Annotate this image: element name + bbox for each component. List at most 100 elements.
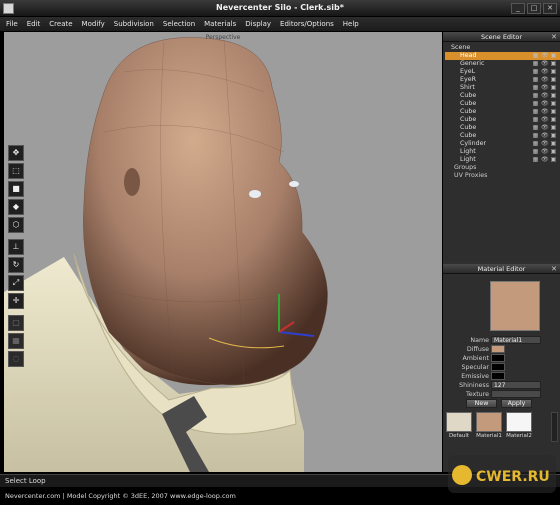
menu-file[interactable]: File	[6, 20, 18, 28]
eye-icon[interactable]: 👁	[541, 93, 549, 99]
emissive-swatch[interactable]	[491, 372, 505, 380]
close-icon[interactable]: ✕	[551, 264, 557, 274]
scene-root[interactable]: Scene	[445, 44, 560, 52]
tree-item[interactable]: EyeR ▦ 👁 ▣	[445, 76, 560, 84]
grid-icon[interactable]: ▦	[532, 53, 539, 59]
shininess-field[interactable]: 127	[491, 381, 541, 389]
lock-icon[interactable]: ▣	[550, 109, 557, 115]
lock-icon[interactable]: ▣	[550, 77, 557, 83]
grid-icon[interactable]: ▦	[532, 77, 539, 83]
eye-icon[interactable]: 👁	[541, 53, 549, 59]
material-item[interactable]: Material1	[476, 412, 502, 439]
eye-icon[interactable]: 👁	[541, 133, 549, 139]
groups-item[interactable]: Groups	[445, 164, 560, 172]
menu-create[interactable]: Create	[49, 20, 72, 28]
lock-icon[interactable]: ▣	[550, 85, 557, 91]
menu-materials[interactable]: Materials	[204, 20, 236, 28]
menu-subdivision[interactable]: Subdivision	[114, 20, 154, 28]
menu-edit[interactable]: Edit	[27, 20, 41, 28]
grid-icon[interactable]: ▦	[532, 141, 539, 147]
lock-icon[interactable]: ▣	[550, 53, 557, 59]
tree-item[interactable]: Cube ▦ 👁 ▣	[445, 92, 560, 100]
eye-icon[interactable]: 👁	[541, 157, 549, 163]
grid-icon[interactable]: ▦	[532, 85, 539, 91]
lock-icon[interactable]: ▣	[550, 157, 557, 163]
lock-icon[interactable]: ▣	[550, 61, 557, 67]
diffuse-swatch[interactable]	[491, 345, 505, 353]
lock-icon[interactable]: ▣	[550, 141, 557, 147]
eye-icon[interactable]: 👁	[541, 101, 549, 107]
grid-icon[interactable]: ▦	[532, 109, 539, 115]
lock-icon[interactable]: ▣	[550, 125, 557, 131]
texture-field[interactable]	[491, 390, 541, 398]
maximize-button[interactable]: □	[527, 3, 541, 14]
hexagon-icon[interactable]: ⬡	[8, 217, 24, 233]
eye-icon[interactable]: 👁	[541, 69, 549, 75]
eye-icon[interactable]: 👁	[541, 117, 549, 123]
material-scrollbar[interactable]	[551, 412, 558, 442]
menu-display[interactable]: Display	[245, 20, 271, 28]
name-field[interactable]: Material1	[491, 336, 541, 344]
lock-icon[interactable]: ▣	[550, 117, 557, 123]
eye-icon[interactable]: 👁	[541, 149, 549, 155]
material-item[interactable]: Material2	[506, 412, 532, 439]
eye-icon[interactable]: 👁	[541, 85, 549, 91]
tool-4-icon[interactable]: ◆	[8, 199, 24, 215]
grid-icon[interactable]: ▦	[532, 101, 539, 107]
tree-item[interactable]: Generic ▦ 👁 ▣	[445, 60, 560, 68]
eye-icon[interactable]: 👁	[541, 125, 549, 131]
lock-icon[interactable]: ▣	[550, 149, 557, 155]
cube-icon[interactable]: ■	[8, 181, 24, 197]
rotate-icon[interactable]: ↻	[8, 257, 24, 273]
close-icon[interactable]: ✕	[551, 32, 557, 42]
tree-item[interactable]: Cube ▦ 👁 ▣	[445, 124, 560, 132]
apply-material-button[interactable]: Apply	[501, 399, 532, 408]
ambient-swatch[interactable]	[491, 354, 505, 362]
tree-item[interactable]: Light ▦ 👁 ▣	[445, 148, 560, 156]
perspective-viewport[interactable]: Perspective	[4, 32, 442, 472]
tool-2-icon[interactable]: ⬚	[8, 163, 24, 179]
lock-icon[interactable]: ▣	[550, 93, 557, 99]
grid-icon[interactable]: ▦	[532, 125, 539, 131]
eye-icon[interactable]: 👁	[541, 77, 549, 83]
material-item[interactable]: Default	[446, 412, 472, 439]
menu-modify[interactable]: Modify	[82, 20, 105, 28]
minimize-button[interactable]: _	[511, 3, 525, 14]
select-icon[interactable]: ✥	[8, 145, 24, 161]
tree-item[interactable]: EyeL ▦ 👁 ▣	[445, 68, 560, 76]
grid-icon[interactable]: ▦	[532, 93, 539, 99]
lock-icon[interactable]: ▣	[550, 69, 557, 75]
tree-item[interactable]: Cube ▦ 👁 ▣	[445, 100, 560, 108]
tree-item[interactable]: Cylinder ▦ 👁 ▣	[445, 140, 560, 148]
edge-icon[interactable]: ▢	[8, 315, 24, 331]
axis-icon[interactable]: ⊥	[8, 239, 24, 255]
tree-item[interactable]: Shirt ▦ 👁 ▣	[445, 84, 560, 92]
eye-icon[interactable]: 👁	[541, 61, 549, 67]
menu-editors-options[interactable]: Editors/Options	[280, 20, 334, 28]
menu-selection[interactable]: Selection	[163, 20, 195, 28]
tree-item[interactable]: Cube ▦ 👁 ▣	[445, 108, 560, 116]
specular-swatch[interactable]	[491, 363, 505, 371]
move-icon[interactable]: ✛	[8, 293, 24, 309]
menu-help[interactable]: Help	[343, 20, 359, 28]
grid-icon[interactable]: ▦	[532, 69, 539, 75]
grid-icon[interactable]: ▦	[532, 149, 539, 155]
grid-icon[interactable]: ▦	[532, 133, 539, 139]
eye-icon[interactable]: 👁	[541, 109, 549, 115]
grid-icon[interactable]: ▦	[532, 117, 539, 123]
tree-item[interactable]: Head ▦ 👁 ▣	[445, 52, 560, 60]
loop-icon[interactable]: ◌	[8, 351, 24, 367]
close-button[interactable]: ✕	[543, 3, 557, 14]
new-material-button[interactable]: New	[466, 399, 497, 408]
tree-item[interactable]: Cube ▦ 👁 ▣	[445, 116, 560, 124]
tree-item[interactable]: Cube ▦ 👁 ▣	[445, 132, 560, 140]
uv-proxies-item[interactable]: UV Proxies	[445, 172, 560, 180]
lock-icon[interactable]: ▣	[550, 133, 557, 139]
tree-item[interactable]: Light ▦ 👁 ▣	[445, 156, 560, 164]
grid-icon[interactable]: ▦	[532, 61, 539, 67]
grid-icon[interactable]: ▦	[532, 157, 539, 163]
face-icon[interactable]: ▦	[8, 333, 24, 349]
scale-icon[interactable]: ⤢	[8, 275, 24, 291]
eye-icon[interactable]: 👁	[541, 141, 549, 147]
lock-icon[interactable]: ▣	[550, 101, 557, 107]
